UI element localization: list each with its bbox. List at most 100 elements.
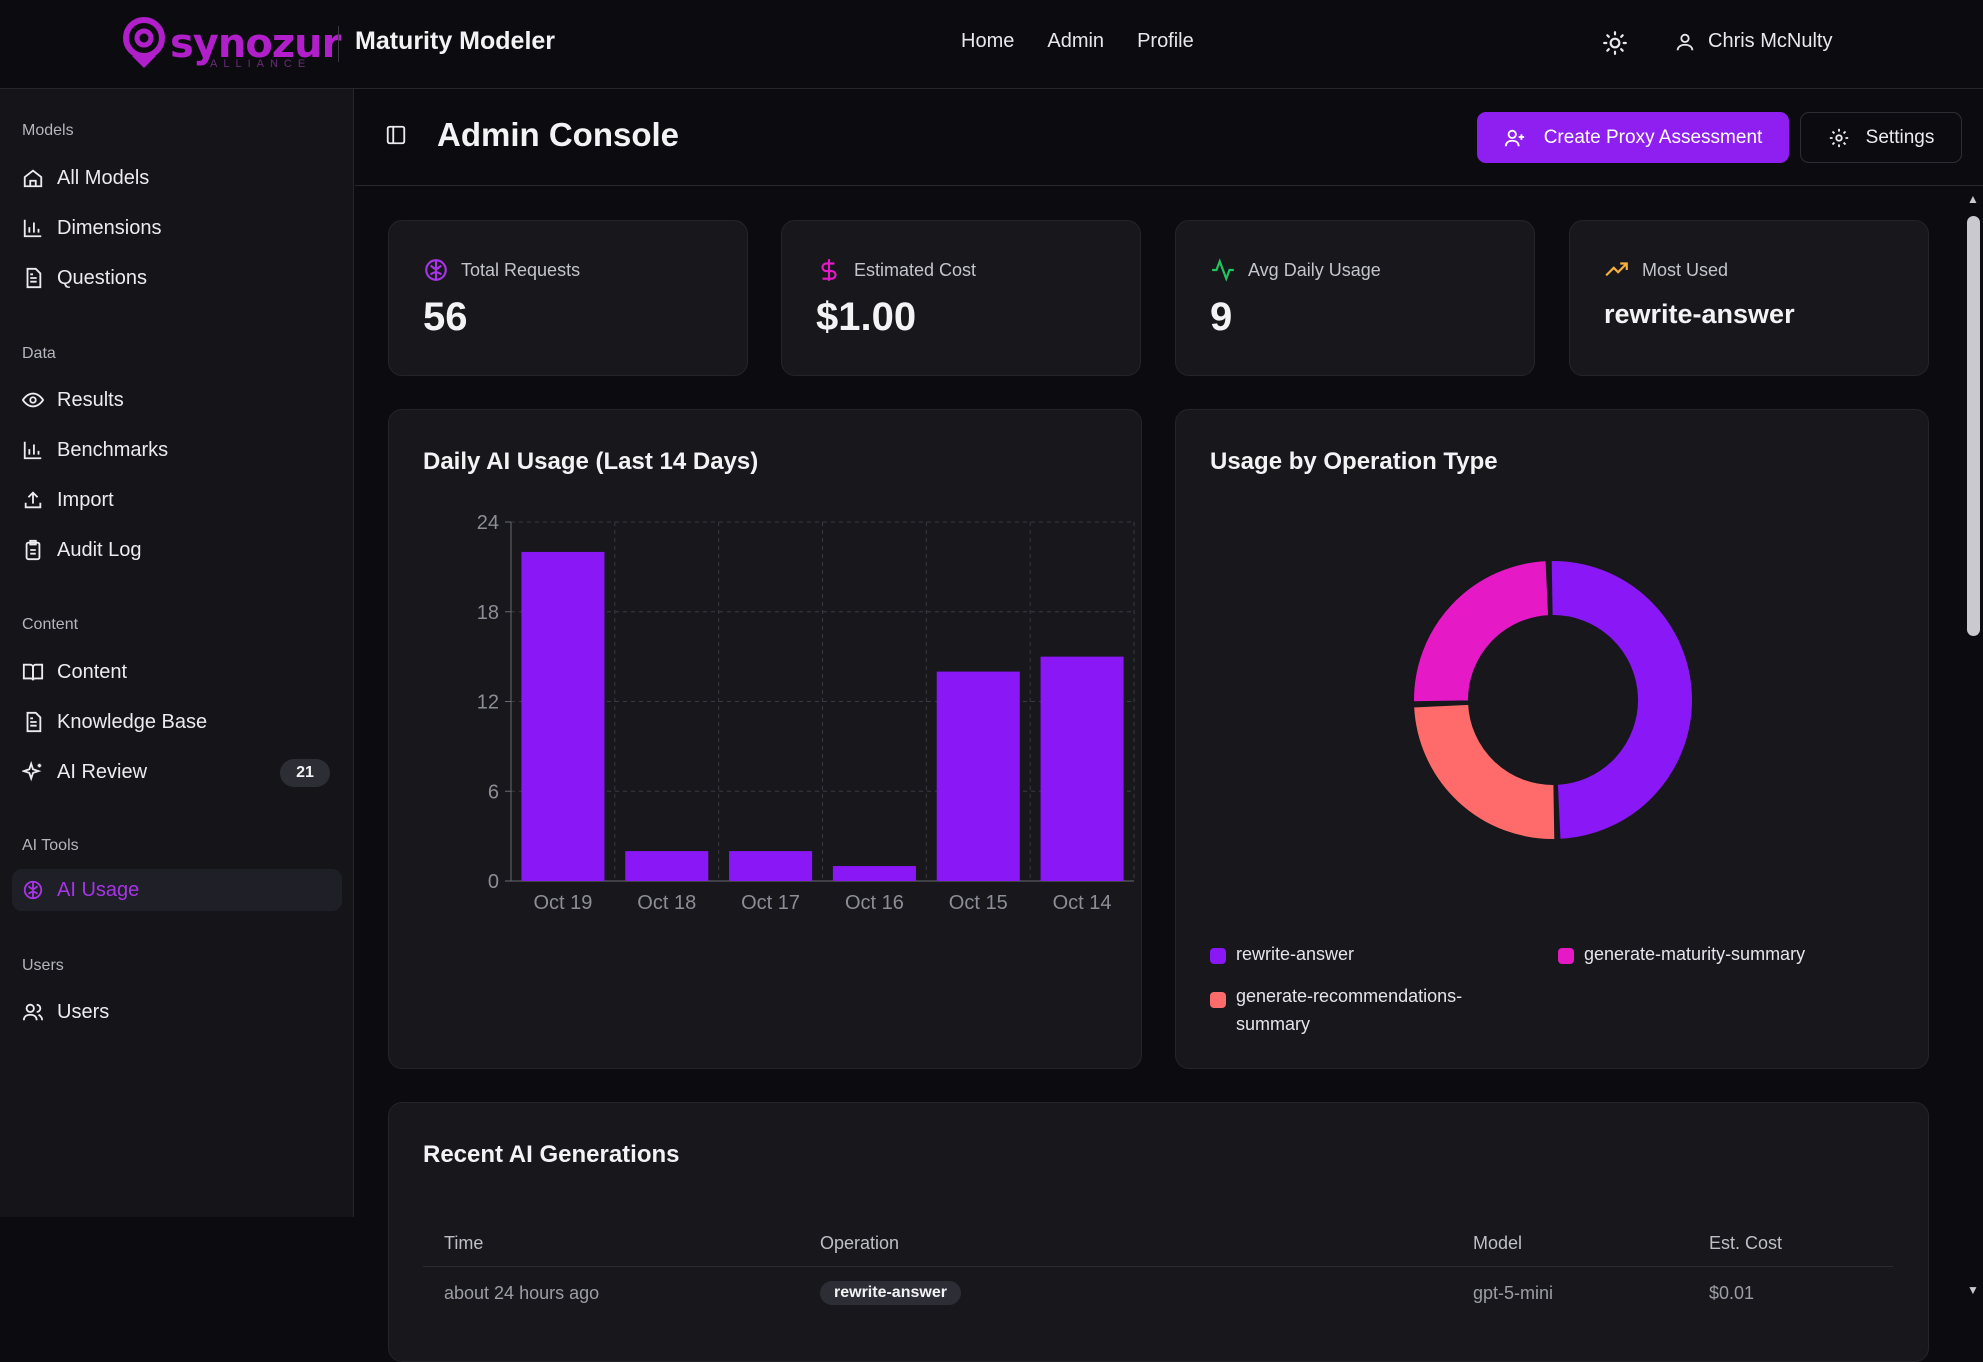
stat-label: Estimated Cost [816,257,976,283]
x-tick-label: Oct 19 [533,892,592,914]
operation-type-donut-chart [1412,559,1694,841]
recent-generations-card: Recent AI Generations Time Operation Mod… [388,1102,1929,1362]
y-tick-label: 0 [488,871,499,893]
legend-label: generate-recommendations-summary [1236,986,1463,1034]
user-icon [1676,33,1694,50]
cell-time: about 24 hours ago [444,1283,600,1303]
bar[interactable] [936,671,1020,881]
stat-label-text: Most Used [1642,259,1729,280]
legend-swatch [1210,992,1226,1008]
daily-usage-bar-chart: 0 6 12 18 24 Oct 19 Oct 18 Oct 17 Oct 16 Oct 15 Oc… [477,512,1135,914]
trending-up-icon [1605,262,1628,277]
user-menu[interactable]: Chris McNulty [1674,30,1832,53]
sidebar-item-ai-review[interactable]: AI Review 21 [12,751,342,793]
table-header: Time Operation Model Est. Cost [423,1231,1893,1267]
bar[interactable] [729,851,813,881]
sidebar-group-content: Content [22,616,79,633]
chart-title: Daily AI Usage (Last 14 Days) [423,448,759,475]
sidebar-toggle-icon[interactable] [385,124,407,146]
sidebar-item-ai-usage[interactable]: AI Usage [12,869,342,911]
legend-swatch [1210,948,1226,964]
column-est-cost: Est. Cost [1709,1233,1783,1253]
bar-chart-icon [23,219,42,238]
sidebar-item-content[interactable]: Content [12,651,342,693]
x-tick-label: Oct 17 [741,892,800,914]
bar[interactable] [1040,656,1124,881]
bar[interactable] [625,851,709,881]
stat-label: Most Used [1604,257,1728,283]
stat-label-text: Estimated Cost [854,259,977,280]
column-model: Model [1473,1233,1523,1253]
nav-admin[interactable]: Admin [1047,30,1104,53]
sun-icon[interactable] [1602,30,1628,56]
scrollbar-thumb[interactable] [1967,216,1980,636]
stat-card-avg-daily-usage: Avg Daily Usage 9 [1175,220,1535,376]
scroll-down-icon[interactable]: ▼ [1965,1283,1981,1297]
brain-icon [23,880,43,900]
stat-card-most-used: Most Used rewrite-answer [1569,220,1929,376]
sidebar-item-label: AI Usage [57,878,140,901]
sidebar-item-users[interactable]: Users [12,991,342,1033]
cell-cost: $0.01 [1709,1283,1755,1303]
file-text-icon [26,267,42,289]
y-tick-label: 12 [477,692,499,714]
stat-value: 56 [423,295,468,339]
sidebar-item-dimensions[interactable]: Dimensions [12,207,342,249]
donut-slice[interactable] [1412,702,1557,841]
sidebar-item-label: Import [57,488,114,511]
settings-button[interactable]: Settings [1800,112,1962,163]
sidebar-item-import[interactable]: Import [12,479,342,521]
bar[interactable] [832,866,916,881]
sidebar-item-label: AI Review [57,760,148,783]
create-proxy-assessment-button[interactable]: Create Proxy Assessment [1477,112,1789,163]
sparkles-icon [22,761,42,782]
brain-icon [425,259,447,281]
sidebar-group-data: Data [22,345,56,362]
nav-home[interactable]: Home [961,30,1014,53]
gear-icon [1829,128,1848,147]
stat-card-estimated-cost: Estimated Cost $1.00 [781,220,1141,376]
sidebar-item-audit-log[interactable]: Audit Log [12,529,342,571]
stat-value: rewrite-answer [1604,299,1795,329]
top-nav: Home Admin Profile [961,30,1194,53]
sidebar-item-label: Benchmarks [57,438,169,461]
stat-label-text: Avg Daily Usage [1248,259,1381,280]
sidebar-item-questions[interactable]: Questions [12,257,342,299]
donut-slice[interactable] [1549,559,1694,841]
sidebar-bottom-strip [0,1217,354,1305]
sidebar-item-label: Questions [57,266,148,289]
sidebar: Models All Models Dimensions Questions D… [0,89,354,1217]
donut-slice[interactable] [1412,559,1551,704]
sidebar-group-users: Users [22,957,64,974]
operation-type-chart-card: Usage by Operation Type rewrite-answer g… [1175,409,1929,1069]
recent-generations-title: Recent AI Generations [423,1141,680,1168]
sidebar-item-label: Audit Log [57,538,142,561]
stat-label-text: Total Requests [461,259,581,280]
legend-swatch [1558,948,1574,964]
legend-item: generate-maturity-summary [1558,944,1805,965]
activity-icon [1212,258,1234,282]
sidebar-item-label: Knowledge Base [57,710,208,733]
sidebar-item-all-models[interactable]: All Models [12,157,342,199]
sidebar-item-results[interactable]: Results [12,379,342,421]
user-plus-icon [1504,129,1524,146]
sidebar-group-ai-tools: AI Tools [22,837,79,854]
scroll-up-icon[interactable]: ▲ [1965,192,1981,206]
chart-title: Usage by Operation Type [1210,448,1498,475]
legend-item: generate-recommendations-summary [1210,982,1510,1038]
upload-icon [24,491,42,509]
stat-label: Total Requests [423,257,580,283]
bar[interactable] [521,551,605,881]
ai-review-count-badge: 21 [280,759,330,787]
daily-usage-chart-card: Daily AI Usage (Last 14 Days) 0 6 12 18 24 Oc… [388,409,1142,1069]
legend-label: rewrite-answer [1236,944,1355,964]
nav-profile[interactable]: Profile [1137,30,1194,53]
sidebar-item-knowledge-base[interactable]: Knowledge Base [12,701,342,743]
logo-divider [338,26,339,62]
cell-operation-chip: rewrite-answer [820,1281,961,1305]
sidebar-item-benchmarks[interactable]: Benchmarks [12,429,342,471]
clipboard-icon [25,539,41,561]
sidebar-item-label: Users [57,1000,110,1023]
logo-mark-icon [123,17,165,68]
synozur-logo[interactable]: synozur ALLIANCE [122,16,341,72]
